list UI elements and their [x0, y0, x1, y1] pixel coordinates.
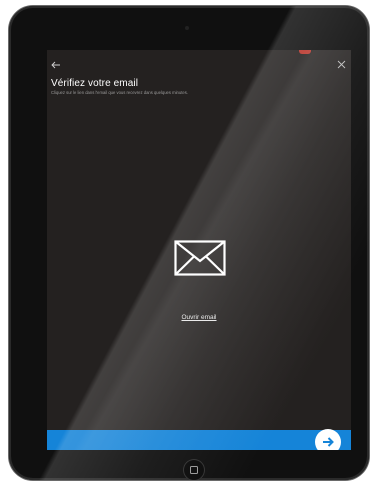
page-subtitle: Cliquez sur le lien dans l'email que vou…	[51, 90, 188, 95]
app-screen: Vérifiez votre email Cliquez sur le lien…	[47, 50, 351, 450]
bottom-action-bar	[47, 430, 351, 450]
next-button[interactable]	[315, 429, 341, 450]
home-square-icon	[190, 466, 198, 474]
home-button[interactable]	[183, 459, 205, 480]
arrow-left-icon	[51, 61, 60, 69]
open-email-link[interactable]: Ouvrir email	[151, 314, 247, 321]
page-title: Vérifiez votre email	[51, 78, 139, 89]
close-button[interactable]	[333, 58, 349, 74]
close-icon	[337, 60, 345, 69]
envelope-icon	[174, 240, 226, 276]
back-button[interactable]	[51, 59, 67, 73]
tablet-frame: Vérifiez votre email Cliquez sur le lien…	[9, 6, 369, 480]
front-camera	[185, 26, 189, 30]
device-mockup: Vérifiez votre email Cliquez sur le lien…	[0, 0, 376, 483]
status-indicator	[299, 50, 311, 54]
arrow-right-icon	[323, 437, 334, 447]
